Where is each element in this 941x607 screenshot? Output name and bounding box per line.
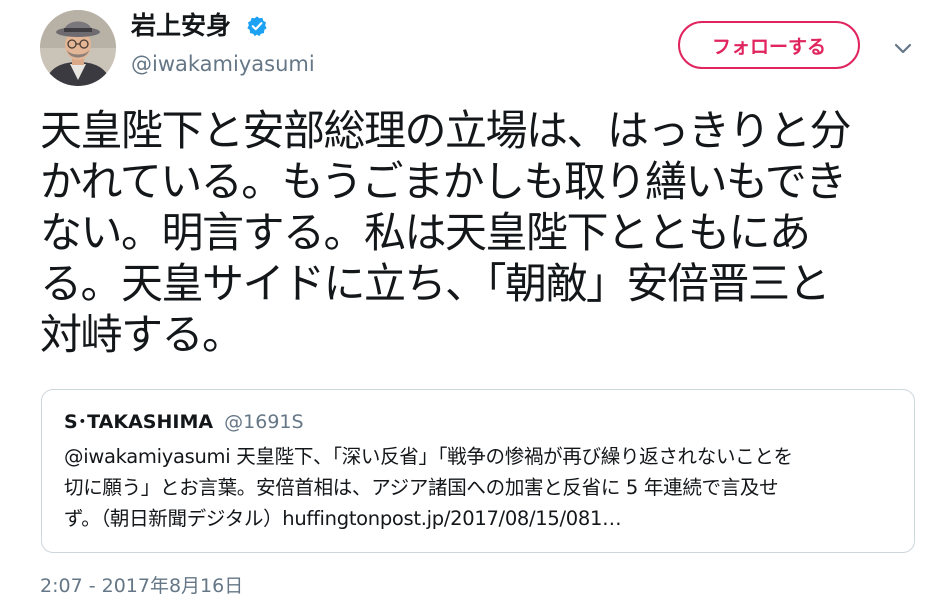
quoted-tweet-author: S･TAKASHIMA @1691S [64,409,304,436]
verified-badge-icon [247,16,267,37]
tweet-text-line: ない。明言する。私は天皇陛下とともにあ [40,208,811,257]
tweet-text-line: かれている。もうごまかしも取り繕いもでき [40,157,847,206]
tweet-text: 天皇陛下と安部総理の立場は、はっきりと分 かれている。もうごまかしも取り繕いもで… [40,105,915,360]
tweet-text-line: 対峙する。 [40,310,244,359]
quoted-tweet-text-line: ず。（朝日新聞デジタル）huffingtonpost.jp/2017/08/15… [64,507,622,530]
display-name-text: 岩上安身 [131,11,232,40]
user-handle[interactable]: @iwakamiyasumi [131,50,315,78]
quoted-tweet-text: @iwakamiyasumi 天皇陛下、「深い反省」「戦争の惨禍が再び繰り返され… [64,441,904,534]
quoted-tweet-card[interactable]: S･TAKASHIMA @1691S @iwakamiyasumi 天皇陛下、「… [41,389,915,553]
quoted-tweet-text-line: 切に願う」とお言葉。安倍首相は、アジア諸国への加害と反省に 5 年連続で言及せ [64,476,779,499]
follow-button[interactable]: フォローする [678,21,860,69]
tweet-text-line: る。天皇サイドに立ち、「朝敵」安倍晋三と [40,259,831,308]
chevron-down-icon [894,43,912,54]
quoted-tweet-handle: @1691S [224,411,304,433]
tweet-menu-button[interactable] [889,36,917,60]
tweet: 岩上安身 @iwakamiyasumi フォローする 天皇陛下と安部総理の立場は… [0,0,941,607]
quoted-tweet-name: S･TAKASHIMA [64,411,214,433]
display-name[interactable]: 岩上安身 [131,10,268,42]
tweet-timestamp[interactable]: 2:07 - 2017年8月16日 [40,572,243,600]
quoted-tweet-text-line: @iwakamiyasumi 天皇陛下、「深い反省」「戦争の惨禍が再び繰り返され… [64,445,793,468]
tweet-text-line: 天皇陛下と安部総理の立場は、はっきりと分 [40,106,852,155]
avatar-photo [40,10,116,86]
avatar[interactable] [40,10,116,86]
